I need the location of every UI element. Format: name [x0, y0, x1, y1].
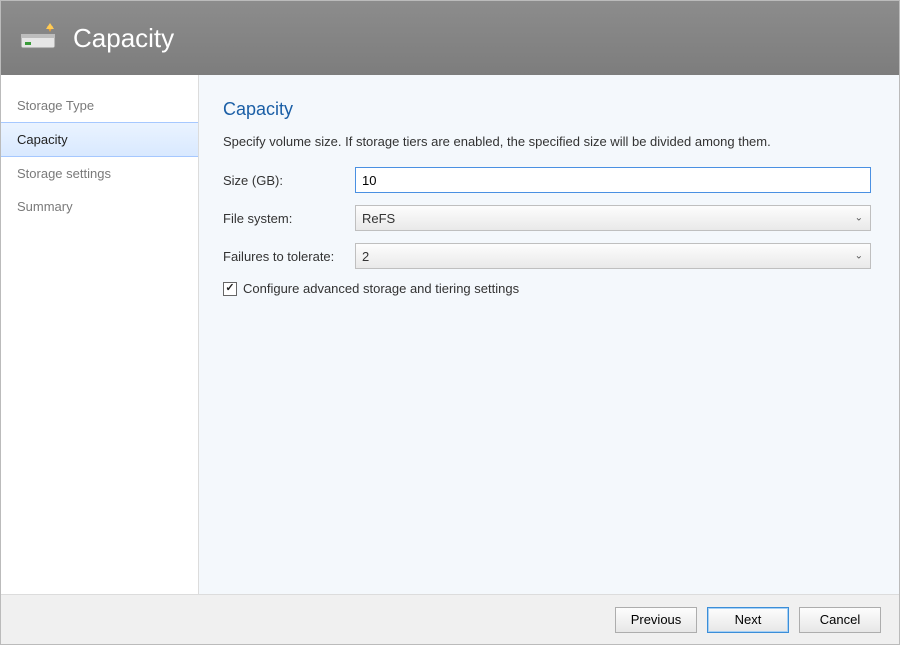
- wizard-steps-sidebar: Storage Type Capacity Storage settings S…: [1, 75, 199, 594]
- next-button[interactable]: Next: [707, 607, 789, 633]
- wizard-title: Capacity: [73, 23, 174, 54]
- sidebar-item-capacity[interactable]: Capacity: [1, 122, 198, 157]
- failures-label: Failures to tolerate:: [223, 249, 355, 264]
- wizard-footer: Previous Next Cancel: [1, 594, 899, 644]
- file-system-select[interactable]: ReFS: [355, 205, 871, 231]
- sidebar-item-summary[interactable]: Summary: [1, 190, 198, 223]
- advanced-settings-label: Configure advanced storage and tiering s…: [243, 281, 519, 296]
- page-title: Capacity: [223, 99, 871, 120]
- failures-value: 2: [362, 249, 369, 264]
- file-system-value: ReFS: [362, 211, 395, 226]
- size-label: Size (GB):: [223, 173, 355, 188]
- failures-select[interactable]: 2: [355, 243, 871, 269]
- wizard-content: Capacity Specify volume size. If storage…: [199, 75, 899, 594]
- wizard-header: Capacity: [1, 1, 899, 75]
- file-system-label: File system:: [223, 211, 355, 226]
- drive-icon: [19, 22, 59, 54]
- sidebar-item-storage-settings[interactable]: Storage settings: [1, 157, 198, 190]
- size-input[interactable]: [355, 167, 871, 193]
- advanced-settings-checkbox[interactable]: [223, 282, 237, 296]
- cancel-button[interactable]: Cancel: [799, 607, 881, 633]
- sidebar-item-storage-type[interactable]: Storage Type: [1, 89, 198, 122]
- page-description: Specify volume size. If storage tiers ar…: [223, 134, 871, 149]
- previous-button[interactable]: Previous: [615, 607, 697, 633]
